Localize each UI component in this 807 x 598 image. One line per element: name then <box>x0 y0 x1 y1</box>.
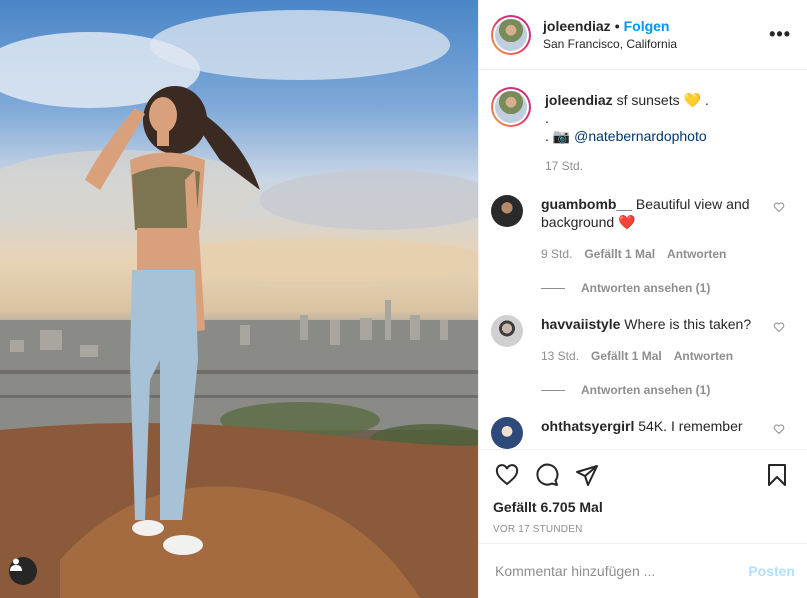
user-silhouette-icon <box>10 558 22 571</box>
post-header: joleendiaz • Folgen San Francisco, Calif… <box>479 0 807 70</box>
comments-list[interactable]: joleendiaz sf sunsets 💛 . . . 📷 @nateber… <box>479 71 807 449</box>
photo-scene <box>0 10 478 598</box>
commenter-avatar[interactable] <box>491 315 523 347</box>
red-heart-emoji: ❤️ <box>618 214 636 230</box>
comment-item: havvaiistyle Where is this taken? 13 Std… <box>491 315 791 365</box>
comment-like-icon[interactable] <box>773 201 785 213</box>
yellow-heart-emoji: 💛 <box>683 92 701 108</box>
photographer-mention[interactable]: @natebernardophoto <box>574 128 707 144</box>
user-tag-button[interactable] <box>9 557 37 585</box>
post-photo[interactable] <box>0 0 478 598</box>
view-replies-button[interactable]: Antworten ansehen (1) <box>541 281 791 295</box>
view-replies-button[interactable]: Antworten ansehen (1) <box>541 383 791 397</box>
post-details-panel: joleendiaz • Folgen San Francisco, Calif… <box>478 0 807 598</box>
comment-time[interactable]: 9 Std. <box>541 245 572 263</box>
posted-time[interactable]: VOR 17 STUNDEN <box>493 524 791 535</box>
post-location[interactable]: San Francisco, California <box>543 37 769 51</box>
save-button[interactable] <box>763 461 791 489</box>
caption-time[interactable]: 17 Std. <box>545 157 709 175</box>
caption-line3-prefix: . <box>545 128 549 144</box>
heart-outline-icon <box>495 464 519 486</box>
reply-button[interactable]: Antworten <box>667 245 726 263</box>
comment-like-icon[interactable] <box>773 423 785 435</box>
comment-input[interactable] <box>495 563 749 579</box>
bookmark-icon <box>768 464 786 486</box>
follow-button[interactable]: Folgen <box>624 18 670 34</box>
comment-time[interactable]: 13 Std. <box>541 347 579 365</box>
camera-emoji: 📷 <box>552 128 571 144</box>
caption-username[interactable]: joleendiaz <box>545 92 613 108</box>
likes-count[interactable]: Gefällt 6.705 Mal <box>493 499 791 515</box>
comment-text: 54K. I remember <box>638 418 743 434</box>
commenter-username[interactable]: guambomb__ <box>541 196 632 212</box>
caption-trail: . <box>704 92 709 108</box>
view-replies-label: Antworten ansehen (1) <box>581 383 711 397</box>
paper-plane-icon <box>576 465 598 486</box>
reply-button[interactable]: Antworten <box>674 347 733 365</box>
comment-item: guambomb__ Beautiful view and background… <box>491 195 791 263</box>
comment-text: Where is this taken? <box>624 316 752 332</box>
commenter-avatar[interactable] <box>491 417 523 449</box>
commenter-avatar[interactable] <box>491 195 523 227</box>
like-button[interactable] <box>493 461 521 489</box>
comment-likes[interactable]: Gefällt 1 Mal <box>591 347 662 365</box>
author-avatar[interactable] <box>491 14 531 55</box>
replies-divider <box>541 389 565 391</box>
comment-button[interactable] <box>533 461 561 489</box>
post-comment-button[interactable]: Posten <box>748 563 795 579</box>
post-actions: Gefällt 6.705 Mal VOR 17 STUNDEN <box>479 449 807 543</box>
add-comment-bar: Posten <box>479 543 807 598</box>
commenter-username[interactable]: ohthatsyergirl <box>541 418 634 434</box>
replies-divider <box>541 287 565 289</box>
commenter-username[interactable]: havvaiistyle <box>541 316 620 332</box>
caption-text: sf sunsets <box>616 92 680 108</box>
header-separator: • <box>614 18 620 34</box>
comment-like-icon[interactable] <box>773 321 785 333</box>
view-replies-label: Antworten ansehen (1) <box>581 281 711 295</box>
comment-likes[interactable]: Gefällt 1 Mal <box>584 245 655 263</box>
share-button[interactable] <box>573 461 601 489</box>
caption-line2: . <box>545 110 549 126</box>
caption-author-avatar[interactable] <box>491 87 531 127</box>
caption: joleendiaz sf sunsets 💛 . . . 📷 @nateber… <box>491 87 791 175</box>
speech-bubble-icon <box>536 463 559 486</box>
author-username[interactable]: joleendiaz <box>543 18 611 34</box>
comment-item: ohthatsyergirl 54K. I remember <box>491 417 791 449</box>
more-options-icon[interactable]: ••• <box>769 24 791 45</box>
